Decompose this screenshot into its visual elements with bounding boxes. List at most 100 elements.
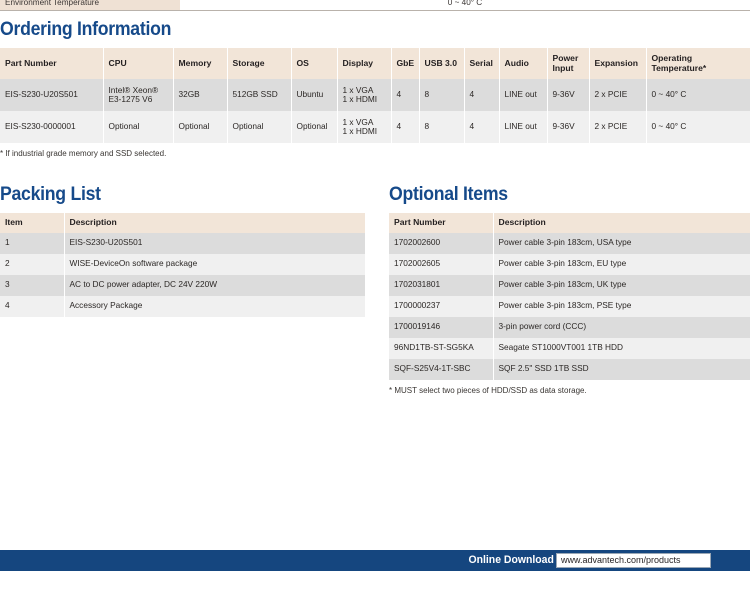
col-audio: Audio (499, 48, 548, 80)
col-description: Description (493, 213, 750, 233)
cell-description: Power cable 3-pin 183cm, PSE type (493, 295, 750, 317)
cell-part-number: EIS-S230-0000001 (0, 111, 104, 144)
table-header-row: Part Number Description (389, 213, 750, 233)
cell-part-number: 96ND1TB-ST-SG5KA (389, 337, 494, 359)
cell-gbe: 4 (391, 79, 420, 112)
table-row: 1702031801 Power cable 3-pin 183cm, UK t… (389, 274, 750, 296)
cpu-line-2: E3-1275 V6 (108, 94, 153, 105)
cell-memory: 32GB (173, 79, 228, 112)
display-line-1: 1 x VGA (342, 116, 374, 127)
page-footer-bar: Online Download www.advantech.com/produc… (0, 550, 750, 571)
optional-items-title: Optional Items (389, 184, 508, 205)
col-cpu: CPU (103, 48, 174, 80)
col-part-number: Part Number (389, 213, 494, 233)
online-download-url[interactable]: www.advantech.com/products (556, 553, 711, 568)
ordering-footnote: * If industrial grade memory and SSD sel… (0, 149, 167, 159)
table-row: 96ND1TB-ST-SG5KA Seagate ST1000VT001 1TB… (389, 337, 750, 359)
table-header-row: Item Description (0, 213, 365, 233)
col-serial: Serial (464, 48, 500, 80)
cell-description: AC to DC power adapter, DC 24V 220W (64, 274, 365, 296)
cell-power-input: 9-36V (547, 111, 590, 144)
col-expansion: Expansion (589, 48, 647, 80)
ordering-information-title: Ordering Information (0, 19, 172, 40)
table-row: EIS-S230-U20S501 Intel® Xeon® E3-1275 V6… (0, 79, 750, 112)
cell-audio: LINE out (499, 79, 548, 112)
table-row: 4 Accessory Package (0, 295, 365, 317)
cell-description: Power cable 3-pin 183cm, UK type (493, 274, 750, 296)
cell-part-number: 1700019146 (389, 316, 494, 338)
cell-usb3: 8 (419, 111, 465, 144)
cell-description: Accessory Package (64, 295, 365, 317)
table-header-row: Part Number CPU Memory Storage OS Displa… (0, 48, 750, 80)
optional-items-footnote: * MUST select two pieces of HDD/SSD as d… (389, 385, 587, 395)
cell-item: 3 (0, 274, 65, 296)
table-row: 1702002605 Power cable 3-pin 183cm, EU t… (389, 253, 750, 275)
table-row: 1700000237 Power cable 3-pin 183cm, PSE … (389, 295, 750, 317)
cell-cpu: Intel® Xeon® E3-1275 V6 (103, 79, 174, 112)
optional-items-section: Optional Items Part Number Description 1… (389, 184, 750, 395)
cell-description: 3-pin power cord (CCC) (493, 316, 750, 338)
cell-description: SQF 2.5" SSD 1TB SSD (493, 358, 750, 380)
table-row: 1702002600 Power cable 3-pin 183cm, USA … (389, 232, 750, 254)
cell-serial: 4 (464, 79, 500, 112)
cell-description: WISE-DeviceOn software package (64, 253, 365, 275)
cell-part-number: EIS-S230-U20S501 (0, 79, 104, 112)
col-storage: Storage (227, 48, 292, 80)
packing-list-section: Packing List Item Description 1 EIS-S230… (0, 184, 365, 317)
col-power-input: Power Input (547, 48, 590, 80)
cell-part-number: 1702002600 (389, 232, 494, 254)
col-item: Item (0, 213, 65, 233)
cell-display: 1 x VGA 1 x HDMI (337, 79, 392, 112)
spec-divider (0, 10, 750, 11)
table-row: 2 WISE-DeviceOn software package (0, 253, 365, 275)
online-download-label: Online Download (468, 554, 554, 566)
display-line-1: 1 x VGA (342, 84, 374, 95)
cell-description: Power cable 3-pin 183cm, EU type (493, 253, 750, 275)
cell-part-number: 1702002605 (389, 253, 494, 275)
table-row: 1 EIS-S230-U20S501 (0, 232, 365, 254)
packing-list-title: Packing List (0, 184, 101, 205)
cell-storage: Optional (227, 111, 292, 144)
cell-part-number: SQF-S25V4-1T-SBC (389, 358, 494, 380)
display-line-2: 1 x HDMI (342, 126, 378, 137)
cell-description: Power cable 3-pin 183cm, USA type (493, 232, 750, 254)
cell-os: Optional (291, 111, 338, 144)
cpu-line-1: Intel® Xeon® (108, 84, 159, 95)
cell-expansion: 2 x PCIE (589, 79, 647, 112)
packing-list-table: Item Description 1 EIS-S230-U20S501 2 WI… (0, 213, 365, 317)
display-line-2: 1 x HDMI (342, 94, 378, 105)
cell-description: Seagate ST1000VT001 1TB HDD (493, 337, 750, 359)
cell-display: 1 x VGA 1 x HDMI (337, 111, 392, 144)
cell-part-number: 1700000237 (389, 295, 494, 317)
col-part-number: Part Number (0, 48, 104, 80)
spec-row-partial: Environment Temperature 0 ~ 40° C (0, 0, 750, 11)
col-display: Display (337, 48, 392, 80)
table-row: SQF-S25V4-1T-SBC SQF 2.5" SSD 1TB SSD (389, 358, 750, 380)
cell-item: 2 (0, 253, 65, 275)
table-row: EIS-S230-0000001 Optional Optional Optio… (0, 111, 750, 144)
col-operating-temperature: Operating Temperature* (646, 48, 750, 80)
cell-part-number: 1702031801 (389, 274, 494, 296)
col-usb3: USB 3.0 (419, 48, 465, 80)
cell-item: 4 (0, 295, 65, 317)
cell-memory: Optional (173, 111, 228, 144)
cell-power-input: 9-36V (547, 79, 590, 112)
cell-gbe: 4 (391, 111, 420, 144)
col-gbe: GbE (391, 48, 420, 80)
col-os: OS (291, 48, 338, 80)
cell-description: EIS-S230-U20S501 (64, 232, 365, 254)
col-memory: Memory (173, 48, 228, 80)
cell-cpu: Optional (103, 111, 174, 144)
cell-item: 1 (0, 232, 65, 254)
table-row: 3 AC to DC power adapter, DC 24V 220W (0, 274, 365, 296)
optional-items-table: Part Number Description 1702002600 Power… (389, 213, 750, 380)
cell-serial: 4 (464, 111, 500, 144)
cell-usb3: 8 (419, 79, 465, 112)
ordering-information-table: Part Number CPU Memory Storage OS Displa… (0, 48, 750, 144)
cell-operating-temperature: 0 ~ 40° C (646, 111, 750, 144)
cell-expansion: 2 x PCIE (589, 111, 647, 144)
col-description: Description (64, 213, 365, 233)
cell-os: Ubuntu (291, 79, 338, 112)
cell-operating-temperature: 0 ~ 40° C (646, 79, 750, 112)
cell-storage: 512GB SSD (227, 79, 292, 112)
